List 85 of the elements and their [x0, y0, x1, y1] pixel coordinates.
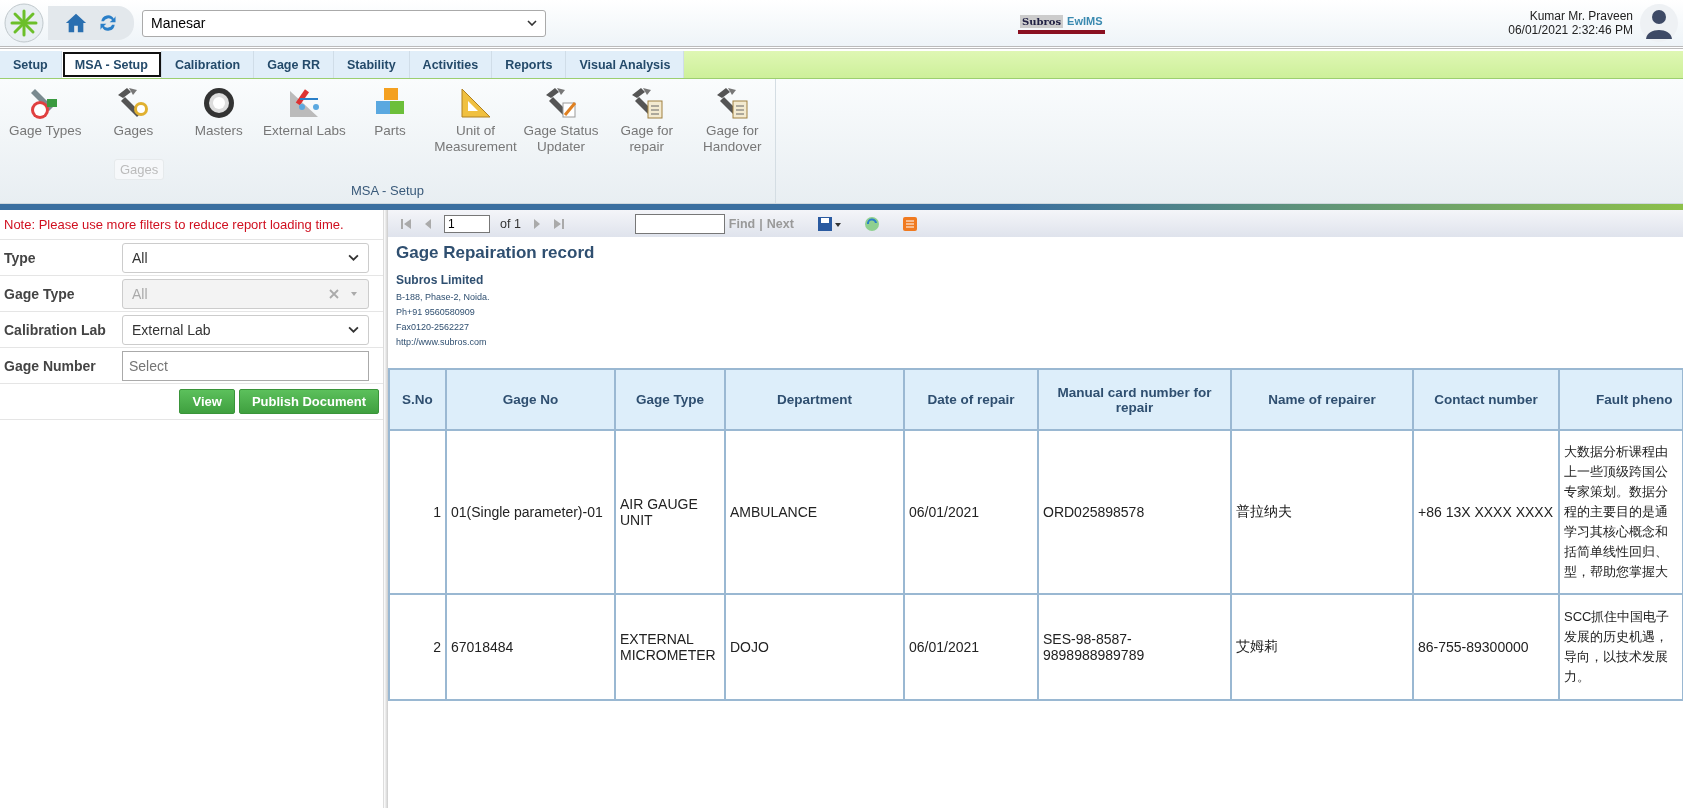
location-dropdown[interactable]: Manesar — [142, 9, 546, 37]
clear-and-caret-icon — [329, 288, 359, 299]
column-header: Contact number — [1413, 369, 1559, 430]
page-count: of 1 — [500, 216, 521, 231]
chevron-down-icon — [348, 254, 359, 261]
ribbon-tab[interactable]: Visual Analysis — [566, 51, 685, 78]
table-cell: SES-98-8587-9898988989789 — [1038, 594, 1231, 700]
table-cell: 普拉纳夫 — [1231, 430, 1413, 594]
date-time: 06/01/2021 2:32:46 PM — [1508, 23, 1633, 37]
table-cell: 01(Single parameter)-01 — [446, 430, 615, 594]
table-cell: +86 13X XXXX XXXX — [1413, 430, 1559, 594]
app-logo-icon[interactable] — [4, 3, 44, 43]
chevron-down-icon — [348, 326, 359, 333]
tooltip: Gages — [114, 159, 165, 180]
table-cell: 86-755-89300000 — [1413, 594, 1559, 700]
filter-dropdown[interactable]: All — [122, 242, 369, 273]
last-page-icon[interactable] — [552, 217, 565, 230]
save-icon[interactable] — [815, 215, 842, 232]
ribbon-button[interactable]: Unit of Measurement — [432, 85, 519, 155]
company-logo: Subros — [1020, 14, 1064, 28]
ribbon-button[interactable]: Gages — [90, 85, 177, 155]
table-cell: 1 — [389, 430, 446, 594]
ribbon-tab[interactable]: Calibration — [161, 51, 255, 78]
column-header: Fault pheno — [1559, 369, 1683, 430]
report-title: Gage Repairation record — [396, 243, 596, 263]
table-cell: SCC抓住中国电子 发展的历史机遇， 导向，以技术发展 力。 — [1559, 594, 1683, 700]
table-cell: 大数据分析课程由 上一些顶级跨国公 专家策划。数据分 程的主要目的是通 学习其核心概念和 括简单线性回归、 型，帮助您掌握大 — [1559, 430, 1683, 594]
separator: | — [759, 216, 763, 231]
table-cell: 06/01/2021 — [904, 430, 1038, 594]
column-header: Date of repair — [904, 369, 1038, 430]
page-number-field[interactable]: 1 — [444, 214, 490, 233]
filter-label: Type — [3, 249, 37, 266]
column-header: S.No — [389, 369, 446, 430]
warning-note: Note: Please use more filters to reduce report loading time. — [0, 210, 383, 240]
table-cell: 2 — [389, 594, 446, 700]
ribbon-button[interactable]: Masters — [176, 85, 262, 155]
chevron-down-icon — [527, 20, 537, 26]
ribbon-button[interactable]: Gage for repair — [603, 85, 690, 155]
user-name: Kumar Mr. Praveen — [1529, 9, 1633, 23]
column-header: Gage Type — [615, 369, 725, 430]
ribbon-tab[interactable]: Stability — [334, 51, 410, 78]
table-cell: 艾姆莉 — [1231, 594, 1413, 700]
table-cell: ORD025898578 — [1038, 430, 1231, 594]
filter-dropdown[interactable]: External Lab — [122, 314, 369, 345]
ribbon-button[interactable]: Parts — [347, 85, 433, 155]
document-icon[interactable] — [901, 215, 918, 232]
ribbon-tab[interactable]: Setup — [0, 51, 62, 78]
table-cell: DOJO — [725, 594, 904, 700]
first-page-icon[interactable] — [400, 217, 412, 230]
column-header: Name of repairer — [1231, 369, 1413, 430]
ribbon-button[interactable]: External Labs — [261, 85, 348, 155]
action-button[interactable]: View — [179, 389, 235, 414]
company-address-line: http://www.subros.com — [396, 336, 488, 349]
next-link[interactable]: Next — [766, 216, 794, 231]
company-address-line: Ph+91 9560580909 — [396, 306, 476, 319]
ribbon-button[interactable]: Gage for Handover — [689, 85, 775, 155]
ribbon-tab[interactable]: Gage RR — [254, 51, 334, 78]
action-button[interactable]: Publish Document — [238, 389, 379, 414]
ribbon-button[interactable]: Gage Status Updater — [518, 85, 604, 155]
gage-number-field[interactable]: Select — [122, 350, 369, 381]
filter-label: Calibration Lab — [3, 321, 107, 338]
column-header: Manual card number for repair — [1038, 369, 1231, 430]
ribbon-tab[interactable]: Activities — [409, 51, 493, 78]
company-name: Subros Limited — [396, 273, 485, 287]
refresh-icon[interactable] — [98, 13, 118, 33]
company-address-line: Fax0120-2562227 — [396, 321, 471, 334]
find-field[interactable] — [634, 213, 725, 234]
table-cell: 67018484 — [446, 594, 615, 700]
ribbon-tab[interactable]: Reports — [492, 51, 567, 78]
company-address-line: B-188, Phase-2, Noida. — [396, 291, 491, 304]
column-header: Department — [725, 369, 904, 430]
find-link[interactable]: Find — [728, 216, 756, 231]
table-cell: AMBULANCE — [725, 430, 904, 594]
product-logo: EwIMS — [1067, 15, 1103, 27]
table-cell: AIR GAUGE UNIT — [615, 430, 725, 594]
table-cell: EXTERNAL MICROMETER — [615, 594, 725, 700]
ribbon-tab[interactable]: MSA - Setup — [61, 51, 162, 78]
ribbon-button[interactable]: Gage Types — [0, 85, 91, 155]
column-header: Gage No — [446, 369, 615, 430]
ribbon-group-label: MSA - Setup — [350, 183, 425, 200]
filter-label: Gage Type — [3, 285, 76, 302]
home-icon[interactable] — [64, 12, 88, 34]
filter-label: Gage Number — [3, 357, 97, 374]
table-cell: 06/01/2021 — [904, 594, 1038, 700]
refresh-icon[interactable] — [863, 215, 880, 232]
